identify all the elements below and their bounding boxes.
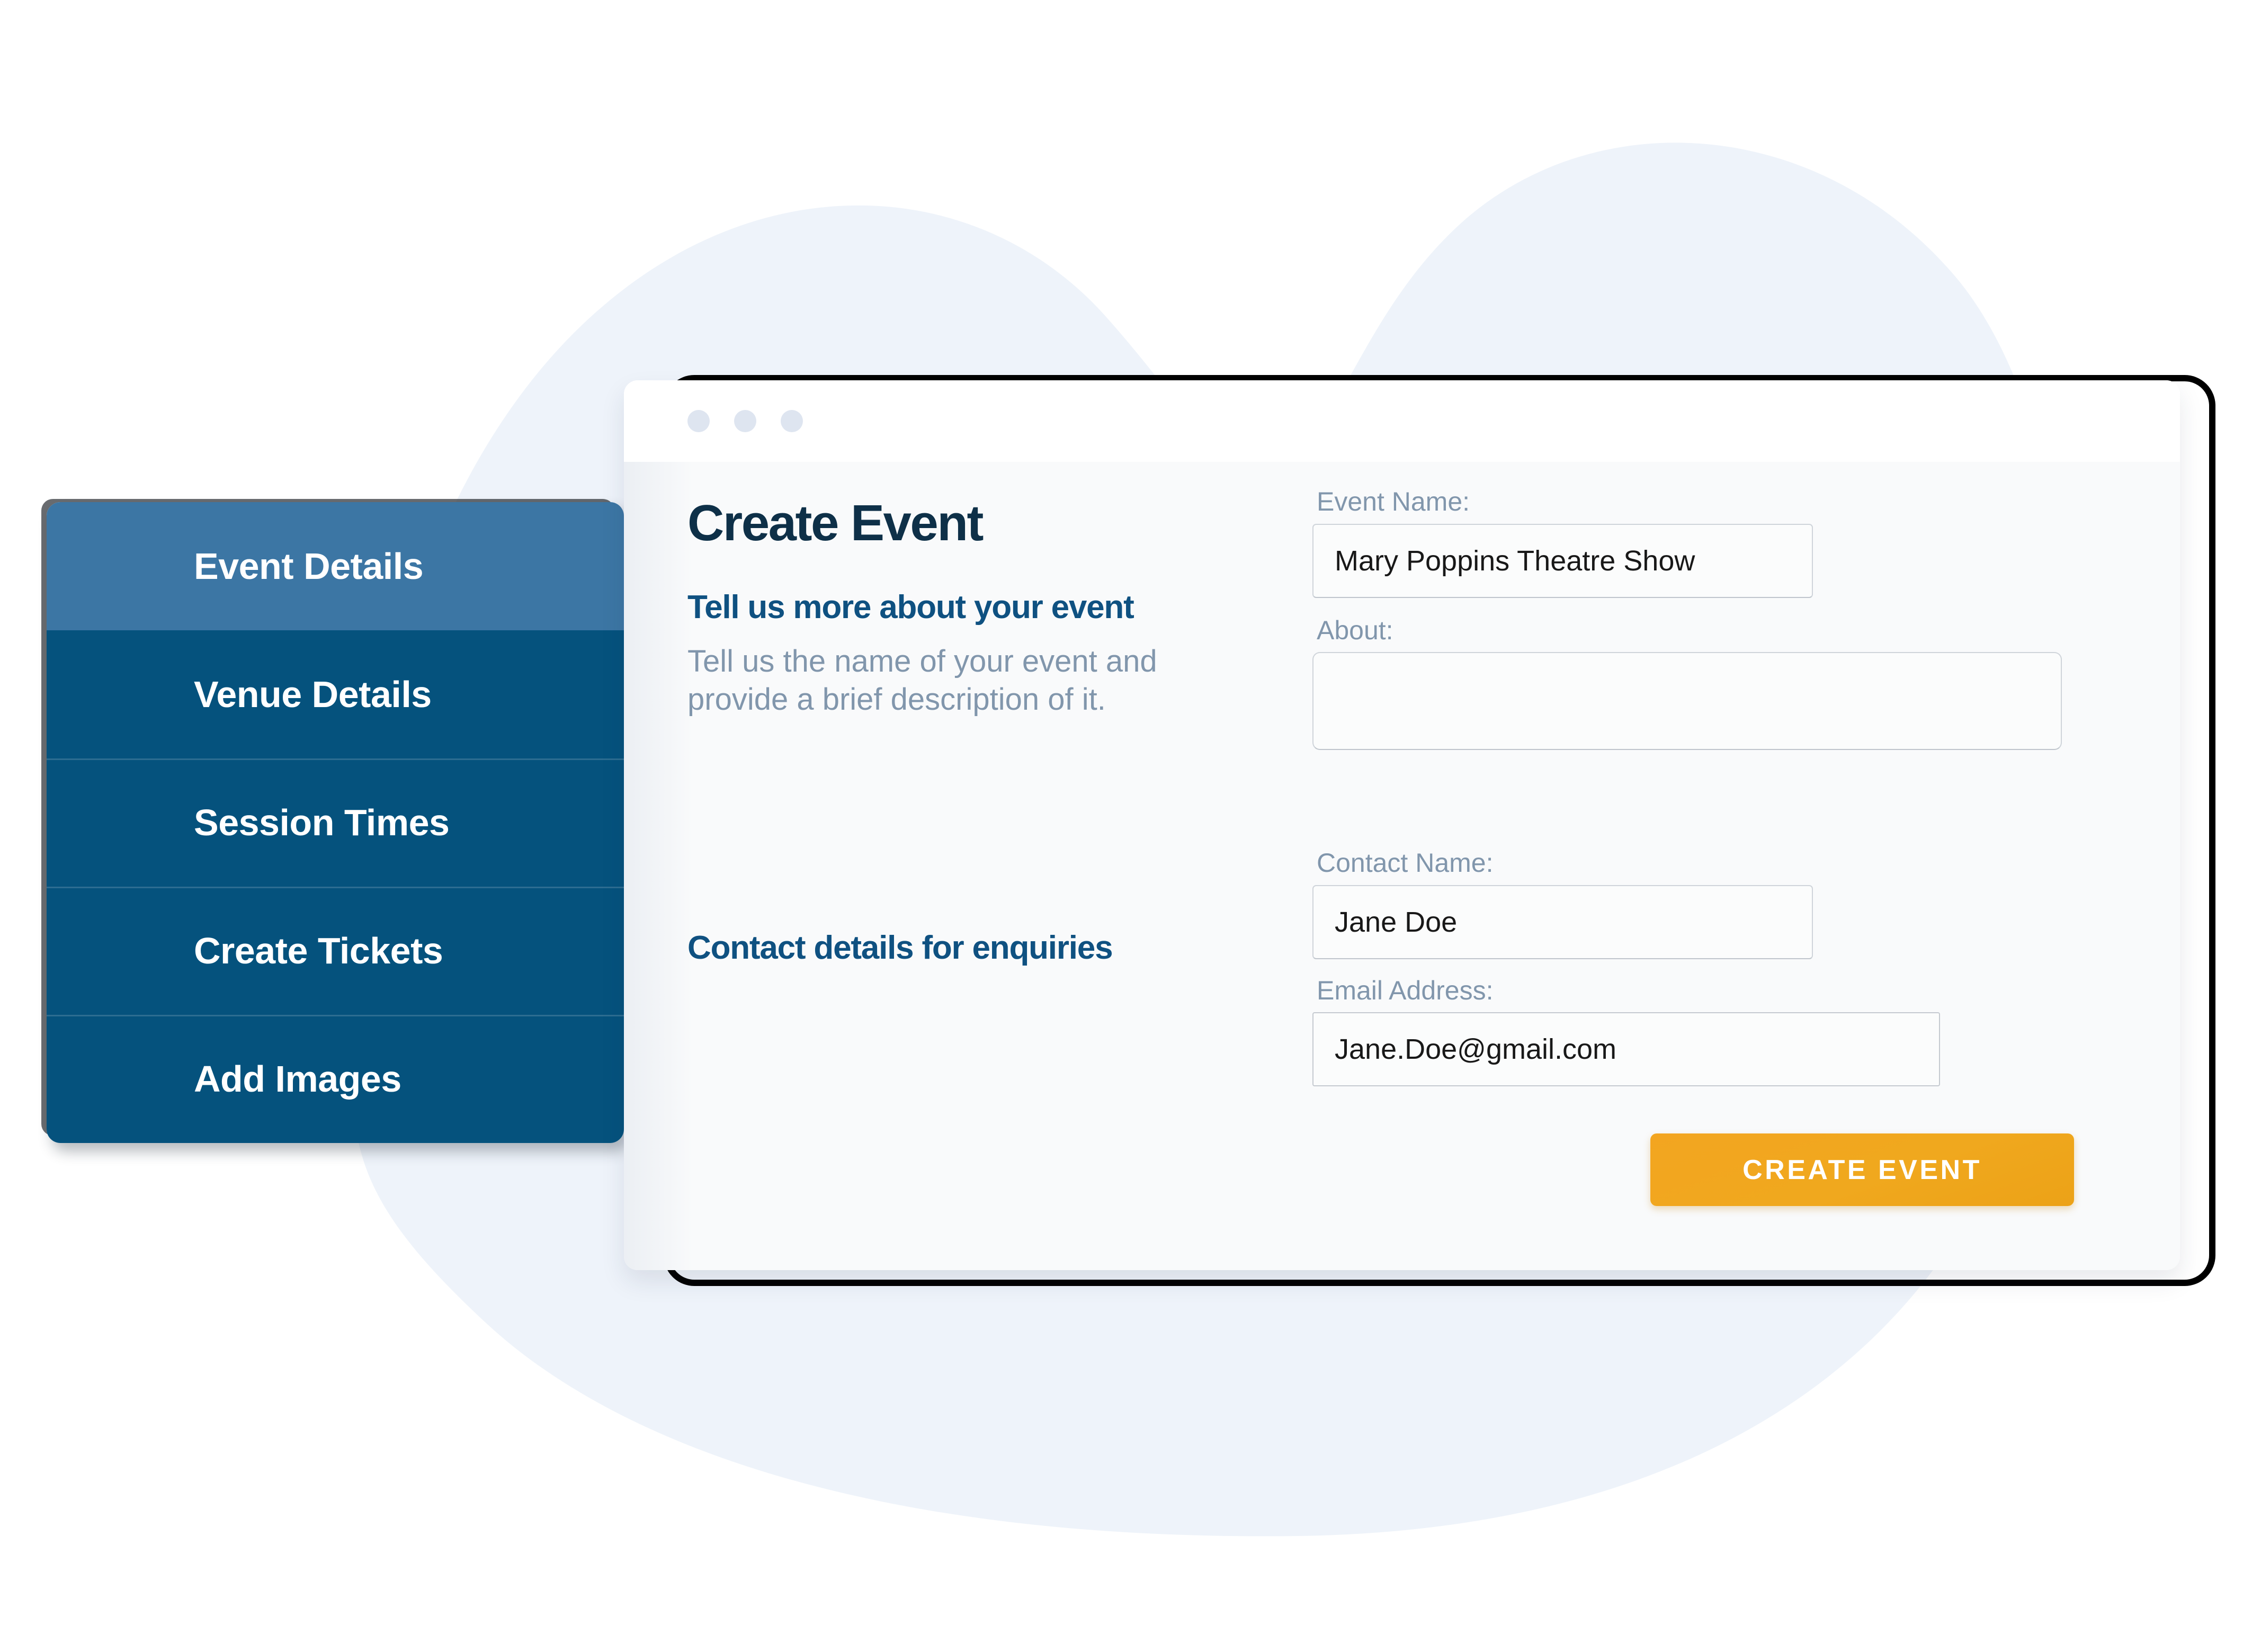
page-title: Create Event	[687, 495, 984, 551]
sidebar-item-venue-details[interactable]: Venue Details	[47, 630, 624, 758]
window-titlebar	[624, 380, 2180, 462]
sidebar-item-label: Venue Details	[194, 674, 432, 715]
contact-name-label: Contact Name:	[1317, 848, 1494, 878]
section-heading-contact: Contact details for enquiries	[687, 929, 1113, 966]
sidebar-item-label: Add Images	[194, 1058, 401, 1100]
sidebar-item-label: Create Tickets	[194, 930, 443, 971]
section-description-about: Tell us the name of your event and provi…	[687, 644, 1157, 717]
step-navigation: Event Details Venue Details Session Time…	[47, 502, 624, 1143]
create-event-button[interactable]: CREATE EVENT	[1650, 1133, 2074, 1206]
window-dot-minimize-icon[interactable]	[734, 410, 756, 432]
email-address-label: Email Address:	[1317, 975, 1494, 1005]
create-event-window: Create Event Tell us more about your eve…	[624, 380, 2180, 1270]
email-address-input[interactable]: Jane.Doe@gmail.com	[1312, 1012, 1940, 1086]
window-dot-maximize-icon[interactable]	[781, 410, 803, 432]
about-label: About:	[1317, 615, 1393, 645]
event-name-label: Event Name:	[1317, 487, 1470, 516]
cta-row: CREATE EVENT	[1650, 1133, 2074, 1206]
window-content: Create Event Tell us more about your eve…	[624, 462, 2180, 1270]
window-dot-close-icon[interactable]	[687, 410, 710, 432]
section-heading-about: Tell us more about your event	[687, 589, 1134, 626]
copy-column: Create Event Tell us more about your eve…	[624, 485, 1312, 1270]
contact-name-input[interactable]: Jane Doe	[1312, 885, 1813, 959]
about-textarea[interactable]	[1312, 652, 2062, 750]
sidebar-item-label: Session Times	[194, 802, 450, 843]
sidebar-item-label: Event Details	[194, 546, 424, 587]
field-email-address: Email Address: Jane.Doe@gmail.com	[1312, 974, 2074, 1086]
field-contact-name: Contact Name: Jane Doe	[1312, 846, 2074, 959]
sidebar-item-session-times[interactable]: Session Times	[47, 758, 624, 887]
sidebar-item-event-details[interactable]: Event Details	[47, 502, 624, 630]
field-event-name: Event Name: Mary Poppins Theatre Show	[1312, 485, 2074, 598]
sidebar-item-add-images[interactable]: Add Images	[47, 1015, 624, 1143]
field-about: About:	[1312, 614, 2074, 750]
event-name-input[interactable]: Mary Poppins Theatre Show	[1312, 523, 1813, 598]
sidebar-item-create-tickets[interactable]: Create Tickets	[47, 887, 624, 1015]
